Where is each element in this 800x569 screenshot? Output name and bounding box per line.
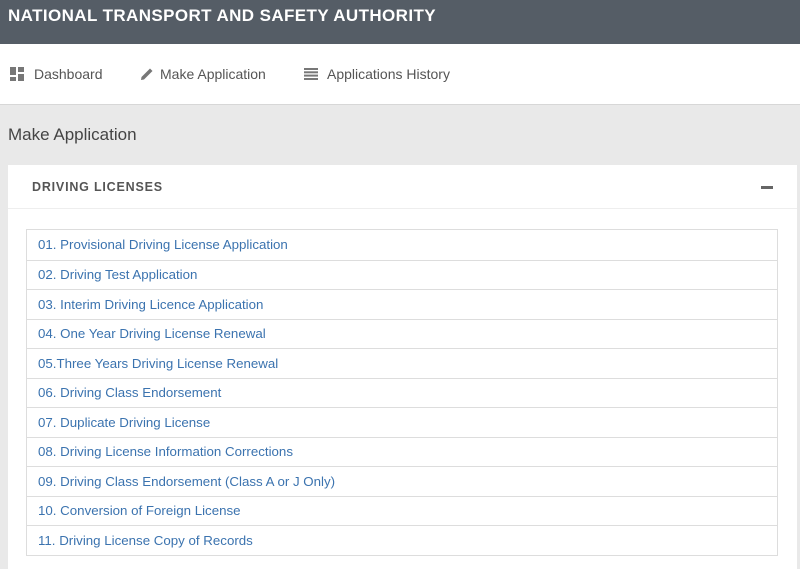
nav-item-label: Applications History [327, 66, 450, 82]
collapse-button[interactable] [759, 179, 775, 195]
main-nav: Dashboard Make Application Applications … [0, 44, 800, 105]
list-item-three-years-renewal[interactable]: 05.Three Years Driving License Renewal [27, 348, 777, 378]
application-list: 01. Provisional Driving License Applicat… [26, 229, 778, 556]
nav-item-dashboard[interactable]: Dashboard [9, 44, 103, 104]
list-item-driving-test[interactable]: 02. Driving Test Application [27, 259, 777, 290]
page-title: Make Application [8, 125, 137, 144]
nav-item-label: Dashboard [34, 66, 103, 82]
list-item-provisional-driving-license[interactable]: 01. Provisional Driving License Applicat… [27, 230, 777, 260]
list-item-foreign-license-conversion[interactable]: 10. Conversion of Foreign License [27, 495, 777, 526]
list-item-one-year-renewal[interactable]: 04. One Year Driving License Renewal [27, 318, 777, 349]
list-item-duplicate-license[interactable]: 07. Duplicate Driving License [27, 407, 777, 437]
nav-item-applications-history[interactable]: Applications History [303, 44, 450, 104]
panel-header: DRIVING LICENSES [8, 165, 797, 209]
top-header-bar: NATIONAL TRANSPORT AND SAFETY AUTHORITY [0, 0, 800, 44]
panel-title: DRIVING LICENSES [32, 180, 163, 194]
list-item-copy-of-records[interactable]: 11. Driving License Copy of Records [27, 525, 777, 555]
site-title: NATIONAL TRANSPORT AND SAFETY AUTHORITY [8, 6, 437, 25]
list-item-class-endorsement-a-j[interactable]: 09. Driving Class Endorsement (Class A o… [27, 466, 777, 496]
dashboard-icon [9, 66, 25, 82]
pencil-icon [139, 66, 155, 82]
list-item-information-corrections[interactable]: 08. Driving License Information Correcti… [27, 436, 777, 467]
list-item-interim-driving-licence[interactable]: 03. Interim Driving Licence Application [27, 289, 777, 319]
list-icon [303, 66, 319, 82]
nav-item-label: Make Application [160, 66, 266, 82]
driving-licenses-panel: DRIVING LICENSES 01. Provisional Driving… [8, 165, 797, 569]
nav-item-make-application[interactable]: Make Application [139, 44, 266, 104]
list-item-class-endorsement[interactable]: 06. Driving Class Endorsement [27, 377, 777, 408]
minus-icon [761, 185, 773, 189]
